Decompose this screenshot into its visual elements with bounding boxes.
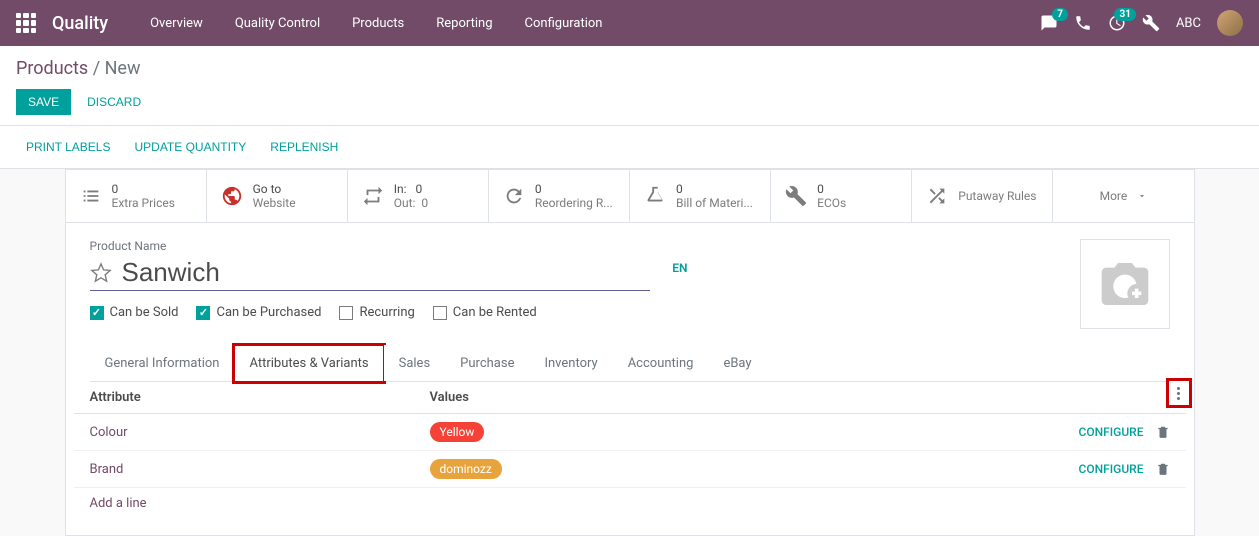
- flask-icon: [644, 185, 666, 207]
- activities-icon[interactable]: 31: [1108, 14, 1126, 32]
- col-header-values: Values: [430, 390, 1170, 405]
- stat-in-out[interactable]: In: 0Out: 0: [348, 170, 489, 222]
- product-name-input[interactable]: [122, 257, 650, 288]
- save-button[interactable]: SAVE: [16, 89, 71, 115]
- apps-menu-icon[interactable]: [16, 13, 36, 33]
- breadcrumb: Products / New: [16, 58, 1243, 79]
- check-can-be-purchased[interactable]: Can be Purchased: [196, 305, 321, 320]
- attribute-link[interactable]: Colour: [90, 425, 430, 440]
- value-tag[interactable]: dominozz: [430, 459, 502, 479]
- chevron-down-icon: [1137, 191, 1147, 201]
- table-row[interactable]: Colour Yellow CONFIGURE: [74, 414, 1186, 451]
- checkbox-icon: [196, 306, 210, 320]
- check-recurring[interactable]: Recurring: [339, 305, 414, 320]
- messages-icon[interactable]: 7: [1040, 14, 1058, 32]
- table-row[interactable]: Brand dominozz CONFIGURE: [74, 451, 1186, 488]
- globe-icon: [221, 185, 243, 207]
- tab-attributes-variants[interactable]: Attributes & Variants: [234, 345, 383, 382]
- configure-button[interactable]: CONFIGURE: [1079, 425, 1144, 439]
- activities-badge: 31: [1114, 8, 1135, 21]
- tab-inventory[interactable]: Inventory: [529, 345, 612, 381]
- tab-general-information[interactable]: General Information: [90, 345, 235, 381]
- col-header-attribute: Attribute: [90, 390, 430, 405]
- wrench-icon: [785, 185, 807, 207]
- tab-accounting[interactable]: Accounting: [613, 345, 709, 381]
- stat-bom[interactable]: 0Bill of Materi...: [630, 170, 771, 222]
- tab-purchase[interactable]: Purchase: [445, 345, 529, 381]
- attribute-link[interactable]: Brand: [90, 462, 430, 477]
- favorite-star-icon[interactable]: [90, 262, 112, 284]
- nav-products[interactable]: Products: [338, 8, 418, 39]
- nav-quality-control[interactable]: Quality Control: [221, 8, 334, 39]
- replenish-button[interactable]: REPLENISH: [260, 134, 348, 160]
- messages-badge: 7: [1052, 8, 1068, 21]
- check-can-be-sold[interactable]: Can be Sold: [90, 305, 179, 320]
- app-title[interactable]: Quality: [52, 13, 108, 34]
- stat-reordering[interactable]: 0Reordering R...: [489, 170, 630, 222]
- discard-button[interactable]: DISCARD: [75, 89, 153, 115]
- delete-icon[interactable]: [1156, 425, 1170, 439]
- tab-sales[interactable]: Sales: [384, 345, 446, 381]
- check-can-be-rented[interactable]: Can be Rented: [433, 305, 537, 320]
- attributes-table: Attribute Values Colour Yellow CONFIGURE…: [66, 382, 1194, 535]
- form-sheet: 0Extra Prices Go toWebsite In: 0Out: 0 0…: [65, 169, 1195, 536]
- tabs-row: General Information Attributes & Variant…: [90, 345, 1170, 382]
- delete-icon[interactable]: [1156, 462, 1170, 476]
- product-image-upload[interactable]: [1080, 239, 1170, 329]
- nav-reporting[interactable]: Reporting: [422, 8, 506, 39]
- control-panel: Products / New SAVE DISCARD: [0, 46, 1259, 126]
- user-avatar[interactable]: [1217, 10, 1243, 36]
- action-bar: PRINT LABELS UPDATE QUANTITY REPLENISH: [0, 126, 1259, 169]
- product-name-label: Product Name: [90, 239, 1060, 253]
- add-line-button[interactable]: Add a line: [74, 488, 1186, 519]
- refresh-icon: [503, 185, 525, 207]
- kebab-icon: [1177, 387, 1180, 400]
- value-tag[interactable]: Yellow: [430, 422, 485, 442]
- stat-buttons-row: 0Extra Prices Go toWebsite In: 0Out: 0 0…: [66, 170, 1194, 223]
- transfer-icon: [362, 185, 384, 207]
- checkbox-icon: [339, 306, 353, 320]
- phone-icon[interactable]: [1074, 14, 1092, 32]
- checkbox-icon: [433, 306, 447, 320]
- language-button[interactable]: EN: [672, 261, 687, 275]
- checkbox-icon: [90, 306, 104, 320]
- breadcrumb-current: New: [105, 58, 141, 79]
- stat-more[interactable]: More: [1053, 170, 1193, 222]
- stat-putaway[interactable]: Putaway Rules: [912, 170, 1053, 222]
- user-name[interactable]: ABC: [1176, 16, 1201, 31]
- table-options-button[interactable]: [1166, 378, 1192, 408]
- update-quantity-button[interactable]: UPDATE QUANTITY: [124, 134, 256, 160]
- stat-website[interactable]: Go toWebsite: [207, 170, 348, 222]
- breadcrumb-parent[interactable]: Products: [16, 58, 88, 79]
- top-navbar: Quality Overview Quality Control Product…: [0, 0, 1259, 46]
- camera-icon: [1097, 256, 1153, 312]
- debug-icon[interactable]: [1142, 14, 1160, 32]
- shuffle-icon: [926, 185, 948, 207]
- stat-ecos[interactable]: 0ECOs: [771, 170, 912, 222]
- nav-configuration[interactable]: Configuration: [511, 8, 617, 39]
- stat-extra-prices[interactable]: 0Extra Prices: [66, 170, 207, 222]
- tab-ebay[interactable]: eBay: [708, 345, 766, 381]
- print-labels-button[interactable]: PRINT LABELS: [16, 134, 120, 160]
- list-icon: [80, 185, 102, 207]
- configure-button[interactable]: CONFIGURE: [1079, 462, 1144, 476]
- nav-overview[interactable]: Overview: [136, 8, 217, 39]
